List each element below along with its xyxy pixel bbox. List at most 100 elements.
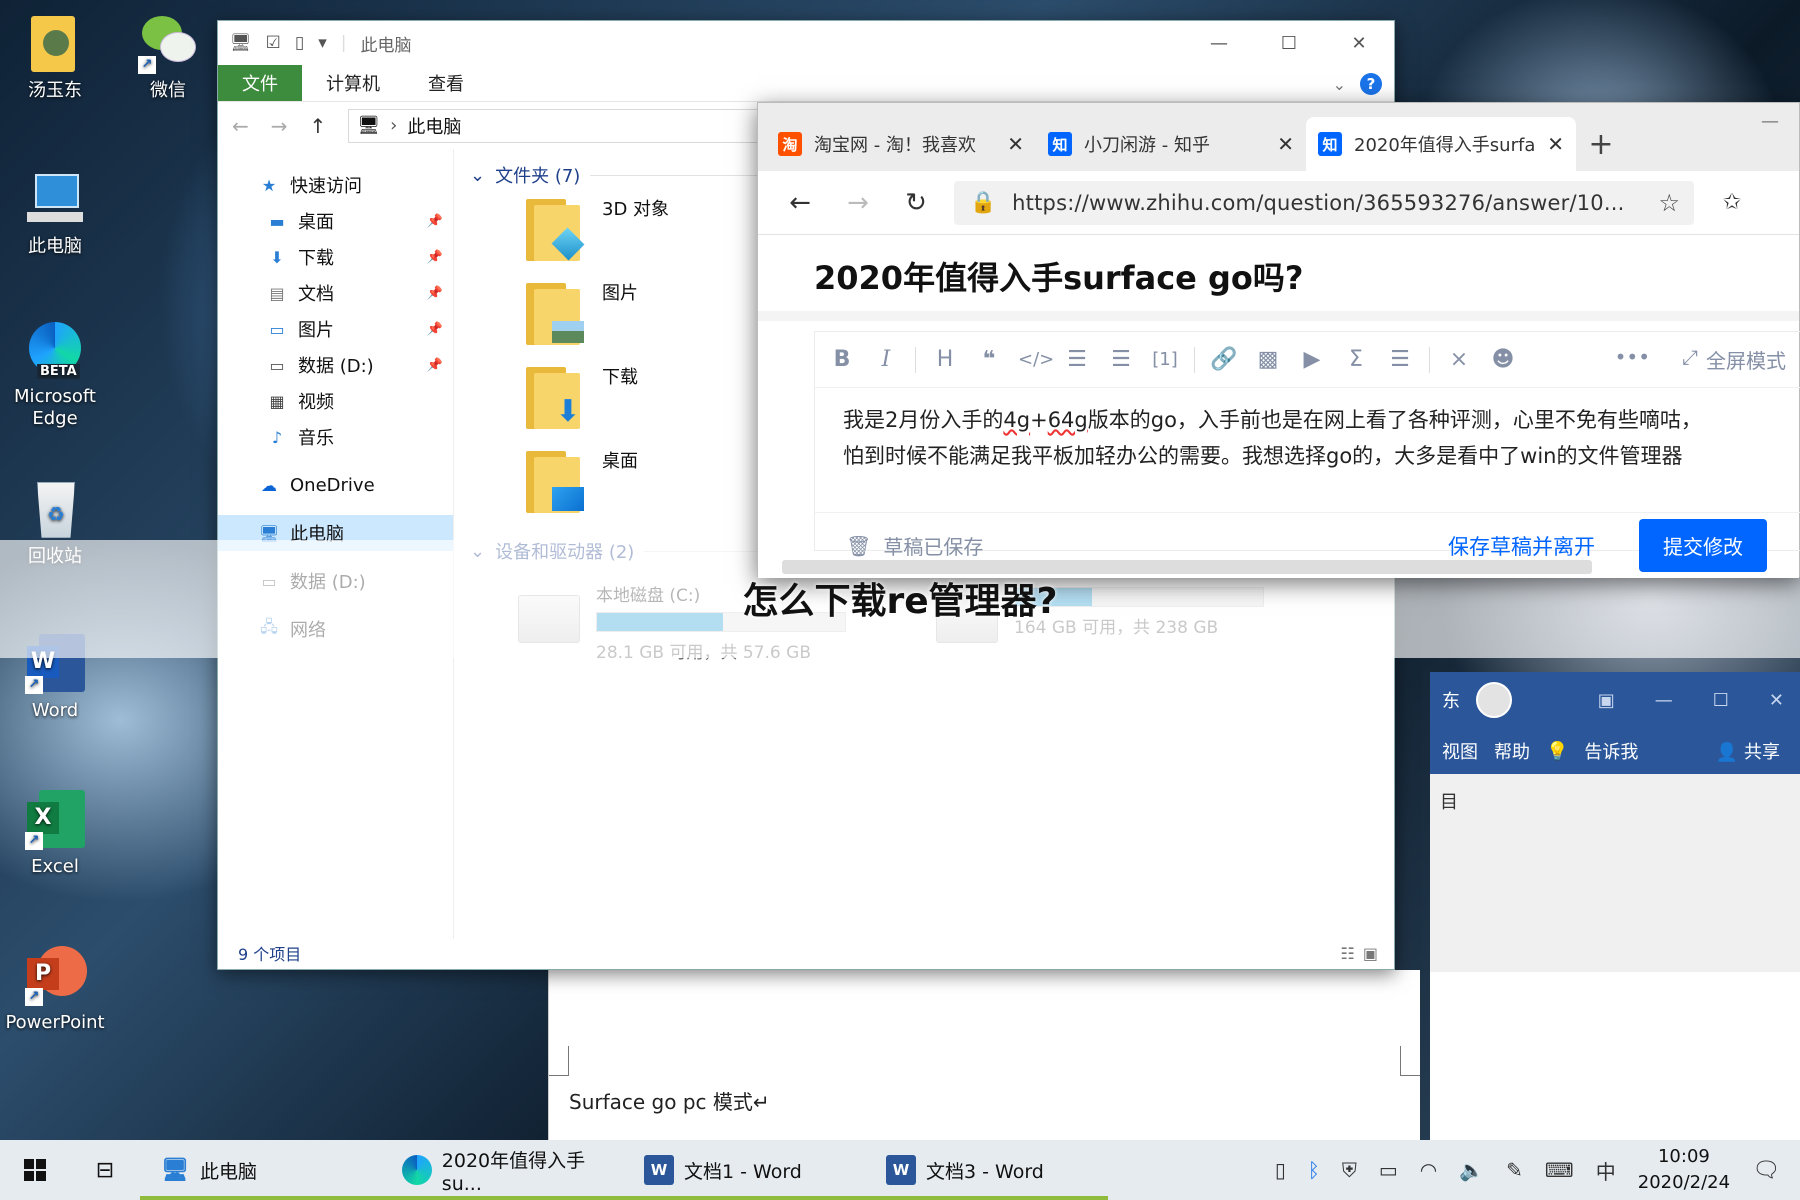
formula-icon[interactable]: Σ xyxy=(1341,347,1371,372)
volume-icon[interactable]: 🔈 xyxy=(1459,1158,1484,1182)
code-icon[interactable]: </> xyxy=(1018,349,1054,370)
desktop-icon-powerpoint[interactable]: P ↗ PowerPoint xyxy=(5,944,105,1034)
emoji-icon[interactable]: ☻ xyxy=(1488,347,1518,372)
word-window-controls[interactable]: ▣ — ☐ ✕ xyxy=(1598,690,1784,711)
minimize-icon[interactable]: — xyxy=(1655,690,1673,711)
pin-icon[interactable]: 📌 xyxy=(427,214,443,229)
new-folder-icon[interactable]: ▯ xyxy=(295,33,304,53)
clock[interactable]: 10:09 2020/2/24 xyxy=(1638,1144,1730,1196)
favorites-icon[interactable]: ✩ xyxy=(1712,190,1752,215)
heading-icon[interactable]: H xyxy=(930,347,960,372)
avatar[interactable] xyxy=(1476,682,1512,718)
chevron-down-icon[interactable]: ▾ xyxy=(318,33,327,53)
nav-item-videos[interactable]: ▦ 视频 xyxy=(218,383,453,419)
close-tab-icon[interactable]: ✕ xyxy=(1277,132,1294,156)
nav-quick-access[interactable]: ★ 快速访问 xyxy=(218,167,453,203)
taskbar-app-word-3[interactable]: W 文档3 - Word xyxy=(866,1140,1108,1200)
nav-this-pc[interactable]: 🖥 此电脑 xyxy=(218,515,453,551)
ribbon-display-icon[interactable]: ▣ xyxy=(1598,690,1615,711)
favorite-star-icon[interactable]: ☆ xyxy=(1658,189,1680,217)
notification-icon[interactable]: 🗨 xyxy=(1752,1158,1780,1183)
nav-item-data-d[interactable]: ▭ 数据 (D:) 📌 xyxy=(218,347,453,383)
tab-file[interactable]: 文件 xyxy=(218,65,302,101)
url-bar[interactable]: 🔒 https://www.zhihu.com/question/3655932… xyxy=(954,180,1694,225)
quote-icon[interactable]: ❝ xyxy=(974,347,1004,372)
reference-icon[interactable]: [1] xyxy=(1150,349,1180,370)
minimize-button[interactable]: — xyxy=(1184,21,1254,65)
fullscreen-button[interactable]: ••• ⤢ 全屏模式 xyxy=(1615,345,1786,374)
word-document-page[interactable] xyxy=(1430,972,1800,1140)
tab-taobao[interactable]: 淘 淘宝网 - 淘！我喜欢 ✕ xyxy=(766,117,1036,171)
new-tab-button[interactable]: + xyxy=(1576,117,1626,171)
more-icon[interactable]: ••• xyxy=(1615,345,1650,374)
desktop-icon-this-pc[interactable]: 此电脑 xyxy=(5,168,105,258)
maximize-icon[interactable]: ☐ xyxy=(1713,690,1729,711)
close-tab-icon[interactable]: ✕ xyxy=(1547,132,1564,156)
tab-view[interactable]: 查看 xyxy=(404,65,488,101)
nav-item-pictures[interactable]: ▭ 图片 📌 xyxy=(218,311,453,347)
tab-computer[interactable]: 计算机 xyxy=(302,65,404,101)
start-button[interactable] xyxy=(0,1140,70,1200)
close-tab-icon[interactable]: ✕ xyxy=(1007,132,1024,156)
unordered-list-icon[interactable]: ☰ xyxy=(1106,347,1136,372)
details-view-icon[interactable]: ☷ xyxy=(1341,944,1355,963)
properties-icon[interactable]: ☑ xyxy=(266,33,281,53)
bluetooth-icon[interactable]: ᛒ xyxy=(1308,1158,1320,1182)
close-icon[interactable]: ✕ xyxy=(1769,690,1784,711)
italic-icon[interactable]: I xyxy=(871,347,901,372)
nav-item-downloads[interactable]: ⬇ 下载 📌 xyxy=(218,239,453,275)
security-shield-icon[interactable]: ⛨ xyxy=(1342,1158,1357,1182)
refresh-icon[interactable]: ↻ xyxy=(896,188,936,218)
tab-zhihu-profile[interactable]: 知 小刀闲游 - 知乎 ✕ xyxy=(1036,117,1306,171)
help-icon[interactable]: ? xyxy=(1360,73,1382,95)
pin-icon[interactable]: 📌 xyxy=(427,322,443,337)
keyboard-icon[interactable]: ⌨ xyxy=(1545,1158,1574,1182)
nav-item-music[interactable]: ♪ 音乐 xyxy=(218,419,453,455)
bold-icon[interactable]: B xyxy=(827,347,857,372)
close-button[interactable]: ✕ xyxy=(1324,21,1394,65)
chevron-down-icon[interactable]: ⌄ xyxy=(1333,75,1346,94)
task-view-icon[interactable]: ⊟ xyxy=(70,1158,140,1183)
nav-item-documents[interactable]: ▤ 文档 📌 xyxy=(218,275,453,311)
link-icon[interactable]: 🔗 xyxy=(1209,347,1239,372)
editor-content[interactable]: 我是2月份入手的4g+64g版本的go，入手前也是在网上看了各种评测，心里不免有… xyxy=(815,388,1800,488)
tab-zhihu-question[interactable]: 知 2020年值得入手surfac ✕ xyxy=(1306,117,1576,171)
large-icons-view-icon[interactable]: ▣ xyxy=(1363,944,1378,963)
forward-arrow-icon[interactable]: → xyxy=(271,114,288,138)
nav-onedrive[interactable]: ☁ OneDrive xyxy=(218,467,453,503)
clear-format-icon[interactable]: ⨯ xyxy=(1444,347,1474,372)
tab-help[interactable]: 帮助 xyxy=(1494,738,1530,764)
image-icon[interactable]: ▩ xyxy=(1253,347,1283,372)
pin-icon[interactable]: 📌 xyxy=(427,358,443,373)
trash-icon[interactable]: 🗑 xyxy=(846,534,871,558)
forward-arrow-icon[interactable]: → xyxy=(838,188,878,218)
taskbar-app-edge[interactable]: 2020年值得入手su... xyxy=(382,1140,624,1200)
desktop-icon-recycle-bin[interactable]: ♻ 回收站 xyxy=(5,478,105,568)
desktop-icon-wechat[interactable]: ↗ 微信 xyxy=(118,12,218,102)
back-arrow-icon[interactable]: ← xyxy=(232,114,249,138)
pin-icon[interactable]: 📌 xyxy=(427,250,443,265)
desktop-icon-word[interactable]: W ↗ Word xyxy=(5,632,105,722)
minimize-icon[interactable]: — xyxy=(1761,111,1779,132)
maximize-button[interactable]: ☐ xyxy=(1254,21,1324,65)
share-button[interactable]: 👤 共享 xyxy=(1716,738,1780,764)
tell-me-input[interactable]: 告诉我 xyxy=(1584,738,1638,764)
desktop-icon-user-folder[interactable]: 汤玉东 xyxy=(5,12,105,102)
nav-item-desktop[interactable]: ▬ 桌面 📌 xyxy=(218,203,453,239)
up-arrow-icon[interactable]: ↑ xyxy=(310,114,327,138)
submit-button[interactable]: 提交修改 xyxy=(1639,519,1767,572)
usb-icon[interactable]: ▯ xyxy=(1275,1158,1286,1182)
video-icon[interactable]: ▶ xyxy=(1297,347,1327,372)
back-arrow-icon[interactable]: ← xyxy=(780,188,820,218)
desktop-icon-edge[interactable]: BETA Microsoft Edge xyxy=(5,318,105,429)
word-document-behind[interactable]: Surface go pc 模式↵ xyxy=(548,970,1420,1140)
save-draft-leave-button[interactable]: 保存草稿并离开 xyxy=(1448,531,1595,561)
ime-indicator[interactable]: 中 xyxy=(1596,1156,1616,1185)
desktop-icon-excel[interactable]: X ↗ Excel xyxy=(5,788,105,878)
wifi-icon[interactable]: ◠ xyxy=(1420,1158,1437,1182)
divider-icon[interactable]: ☰ xyxy=(1385,347,1415,372)
tab-view[interactable]: 视图 xyxy=(1442,738,1478,764)
battery-icon[interactable]: ▭ xyxy=(1379,1158,1398,1182)
ordered-list-icon[interactable]: ☰ xyxy=(1062,347,1092,372)
pin-icon[interactable]: 📌 xyxy=(427,286,443,301)
